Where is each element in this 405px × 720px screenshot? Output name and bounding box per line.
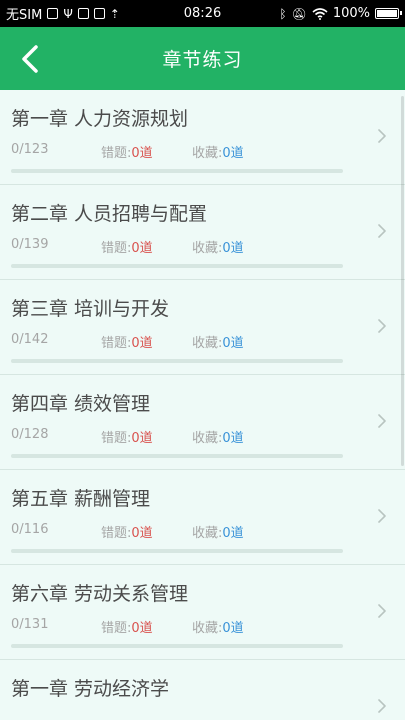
fav-count[interactable]: 收藏:0道 [192,332,244,351]
chapter-item-5[interactable]: 第五章 薪酬管理 0/116 错题:0道 收藏:0道 [0,470,405,565]
wrong-label: 错题: [101,241,132,256]
chapter-title: 第四章 绩效管理 [11,393,151,415]
fav-label: 收藏: [192,526,223,541]
chapter-progress-bar [11,454,343,458]
chapter-progress-text: 0/116 [11,522,49,537]
notification-box-icon [93,8,105,19]
battery-fill [377,10,397,17]
chapter-title: 第一章 人力资源规划 [11,108,189,130]
fav-label: 收藏: [192,431,223,446]
wrong-label: 错题: [101,336,132,351]
fav-label: 收藏: [192,241,223,256]
app-header: 章节练习 [0,27,405,90]
fav-label: 收藏: [192,146,223,161]
scrollbar[interactable] [401,96,404,466]
chapter-item-1[interactable]: 第一章 人力资源规划 0/123 错题:0道 收藏:0道 [0,90,405,185]
wrong-value: 0道 [131,241,153,256]
chapter-progress-bar [11,359,343,363]
chapter-item-6[interactable]: 第六章 劳动关系管理 0/131 错题:0道 收藏:0道 [0,565,405,660]
chapter-item-7[interactable]: 第一章 劳动经济学 [0,660,405,720]
chevron-right-icon [378,414,386,428]
wrong-value: 0道 [131,621,153,636]
wrong-label: 错题: [101,146,132,161]
bluetooth-icon: ᛒ [279,6,287,21]
chapter-progress-bar [11,264,343,268]
battery-icon [375,8,402,19]
chevron-right-icon [378,224,386,238]
fav-value: 0道 [222,336,244,351]
battery-percent: 100% [332,6,370,21]
back-button[interactable] [16,41,48,77]
chapter-title: 第一章 劳动经济学 [11,678,170,700]
chapter-progress-text: 0/142 [11,332,49,347]
chapter-title: 第三章 培训与开发 [11,298,170,320]
upload-arrow-icon: ⇡ [109,6,120,21]
wrong-value: 0道 [131,336,153,351]
fav-count[interactable]: 收藏:0道 [192,617,244,636]
mute-bell-icon: 🔕︎ [291,6,307,21]
wrong-label: 错题: [101,526,132,541]
wrong-count[interactable]: 错题:0道 [101,237,153,256]
chevron-left-icon [22,45,38,73]
fav-value: 0道 [222,241,244,256]
chapter-title: 第六章 劳动关系管理 [11,583,189,605]
usb-icon: Ψ [63,6,73,21]
chapter-item-4[interactable]: 第四章 绩效管理 0/128 错题:0道 收藏:0道 [0,375,405,470]
sim-box-icon [77,8,89,19]
chapter-progress-bar [11,169,343,173]
status-bar: 无SIM Ψ ⇡ 08:26 ᛒ 🔕︎ 100% [0,0,405,27]
status-right: ᛒ 🔕︎ 100% [279,6,402,21]
chevron-right-icon [378,509,386,523]
fav-value: 0道 [222,526,244,541]
wrong-value: 0道 [131,526,153,541]
chapter-item-3[interactable]: 第三章 培训与开发 0/142 错题:0道 收藏:0道 [0,280,405,375]
wrong-count[interactable]: 错题:0道 [101,427,153,446]
notification-box-icon [47,8,59,19]
chevron-right-icon [378,319,386,333]
chapter-progress-bar [11,549,343,553]
wrong-count[interactable]: 错题:0道 [101,332,153,351]
chevron-right-icon [378,604,386,618]
fav-value: 0道 [222,621,244,636]
chapter-progress-text: 0/131 [11,617,49,632]
chapter-title: 第五章 薪酬管理 [11,488,151,510]
fav-count[interactable]: 收藏:0道 [192,237,244,256]
chapter-progress-text: 0/123 [11,142,49,157]
wrong-label: 错题: [101,621,132,636]
chapter-item-2[interactable]: 第二章 人员招聘与配置 0/139 错题:0道 收藏:0道 [0,185,405,280]
chapter-progress-bar [11,644,343,648]
wrong-count[interactable]: 错题:0道 [101,522,153,541]
wifi-icon [312,7,328,20]
fav-count[interactable]: 收藏:0道 [192,522,244,541]
chevron-right-icon [378,699,386,713]
fav-value: 0道 [222,146,244,161]
wrong-label: 错题: [101,431,132,446]
wrong-count[interactable]: 错题:0道 [101,617,153,636]
status-left: 无SIM Ψ ⇡ [6,4,120,24]
fav-count[interactable]: 收藏:0道 [192,142,244,161]
wrong-count[interactable]: 错题:0道 [101,142,153,161]
fav-count[interactable]: 收藏:0道 [192,427,244,446]
chapter-progress-text: 0/139 [11,237,49,252]
chapter-progress-text: 0/128 [11,427,49,442]
chevron-right-icon [378,129,386,143]
fav-value: 0道 [222,431,244,446]
carrier-label: 无SIM [6,8,43,23]
chapter-title: 第二章 人员招聘与配置 [11,203,208,225]
page-title: 章节练习 [162,49,243,71]
fav-label: 收藏: [192,336,223,351]
wrong-value: 0道 [131,431,153,446]
wrong-value: 0道 [131,146,153,161]
chapter-list[interactable]: 第一章 人力资源规划 0/123 错题:0道 收藏:0道 第二章 人员招聘与配置… [0,90,405,720]
fav-label: 收藏: [192,621,223,636]
